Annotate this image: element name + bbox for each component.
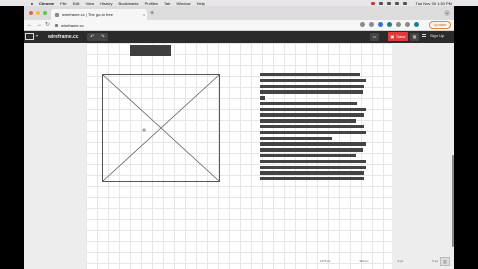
window-controls: [29, 11, 47, 15]
tab-title: wireframe.cc | The go-to free: [62, 12, 113, 17]
hamburger-icon: [422, 34, 426, 37]
puzzle-icon[interactable]: [396, 22, 401, 27]
redo-icon[interactable]: ↷: [101, 34, 105, 40]
text-line: [260, 101, 357, 106]
status-width: 1170 px: [320, 259, 331, 263]
text-line: [260, 136, 332, 140]
text-line: [260, 165, 366, 169]
text-line: [260, 171, 364, 175]
canvas-status-bar: 1170 px 993 px 0 px 0 px: [320, 259, 438, 265]
forward-arrow-icon[interactable]: →: [36, 21, 42, 30]
placeholder-cross-icon: [103, 75, 219, 181]
menu-app-name[interactable]: Chrome: [39, 1, 54, 6]
update-button[interactable]: Update: [429, 21, 451, 29]
toolbar-extension-icons: [360, 22, 419, 27]
chevron-down-icon[interactable]: ▾: [36, 33, 38, 38]
wireframe-header-block[interactable]: [130, 45, 171, 56]
text-line: [260, 113, 364, 117]
close-tab-icon[interactable]: ×: [141, 12, 147, 17]
text-line: [260, 96, 265, 100]
url-text: wireframe.cc: [61, 22, 84, 28]
text-line: [260, 159, 366, 164]
extension-icon[interactable]: [378, 22, 383, 27]
minimize-window-button[interactable]: [36, 11, 40, 15]
status-y: 0 px: [432, 259, 438, 263]
record-icon[interactable]: [371, 1, 376, 5]
text-line: [260, 84, 364, 88]
text-line: [260, 107, 366, 112]
page-frame-icon[interactable]: [25, 33, 34, 40]
undo-icon[interactable]: ↶: [90, 34, 94, 40]
save-icon: ▣: [390, 34, 395, 39]
menu-profiles[interactable]: Profiles: [145, 1, 158, 6]
menu-help[interactable]: Help: [197, 1, 205, 6]
save-label: Save: [396, 34, 406, 39]
undo-redo-group: ↶ ↷: [87, 33, 108, 41]
text-line: [260, 78, 366, 83]
apple-icon[interactable]: ●: [30, 1, 34, 6]
address-bar[interactable]: wireframe.cc: [55, 21, 375, 29]
text-line: [260, 148, 363, 152]
text-line: [260, 177, 364, 181]
back-arrow-icon[interactable]: ←: [27, 21, 33, 30]
site-name[interactable]: wireframe.cc: [48, 34, 79, 40]
menu-history[interactable]: History: [100, 1, 112, 6]
vertical-scrollbar[interactable]: [452, 155, 454, 247]
menu-edit[interactable]: Edit: [73, 1, 80, 6]
menu-bookmarks[interactable]: Bookmarks: [119, 1, 139, 6]
comment-icon[interactable]: ▭: [370, 33, 379, 41]
browser-toolbar: ← → ↻ wireframe.cc Update: [24, 20, 454, 31]
browser-tab-strip: wireframe.cc | The go-to free × + ⌄: [24, 6, 454, 20]
favicon-icon: [55, 12, 59, 17]
profile-avatar-icon[interactable]: [414, 22, 419, 27]
text-line: [260, 90, 363, 94]
text-line: [260, 119, 356, 123]
menu-clock[interactable]: Tue Nov 30 1:30 PM: [415, 1, 452, 6]
image-placeholder[interactable]: [102, 74, 220, 182]
app-header: ▾ wireframe.cc ↶ ↷ ▭ ▣ Save ▦ Sign Up: [24, 31, 454, 43]
text-line: [260, 73, 360, 77]
wifi-icon[interactable]: [379, 1, 384, 5]
text-line: [260, 142, 366, 146]
save-button[interactable]: ▣ Save: [388, 32, 408, 41]
battery-icon[interactable]: [387, 1, 392, 5]
lock-icon: [55, 23, 58, 27]
sign-up-link[interactable]: Sign Up: [422, 33, 444, 38]
panel-toggle-button[interactable]: ▥: [440, 257, 450, 266]
control-center-icon[interactable]: [403, 1, 408, 5]
menu-file[interactable]: File: [60, 1, 66, 6]
bookmark-star-icon[interactable]: [369, 22, 374, 27]
share-icon[interactable]: [360, 22, 365, 27]
status-height: 993 px: [359, 259, 369, 263]
menu-icon[interactable]: [405, 22, 410, 27]
close-window-button[interactable]: [29, 11, 33, 15]
search-icon[interactable]: [395, 1, 400, 5]
text-placeholder-block[interactable]: [260, 73, 367, 183]
menu-window[interactable]: Window: [176, 1, 190, 6]
zoom-window-button[interactable]: [43, 11, 47, 15]
reload-icon[interactable]: ↻: [45, 21, 50, 30]
text-line: [260, 130, 366, 135]
browser-tab[interactable]: wireframe.cc | The go-to free ×: [51, 9, 147, 20]
menu-view[interactable]: View: [85, 1, 94, 6]
new-tab-button[interactable]: +: [150, 10, 154, 18]
grid-icon[interactable]: ▦: [410, 33, 419, 41]
sign-up-label: Sign Up: [430, 33, 445, 38]
crosshair-cursor-icon: [142, 128, 146, 132]
text-line: [260, 153, 356, 158]
tab-search-icon[interactable]: ⌄: [444, 10, 450, 16]
text-line: [260, 125, 364, 129]
extension-icon-2[interactable]: [387, 22, 392, 27]
menu-tab[interactable]: Tab: [164, 1, 170, 6]
status-x: 0 px: [397, 259, 404, 263]
